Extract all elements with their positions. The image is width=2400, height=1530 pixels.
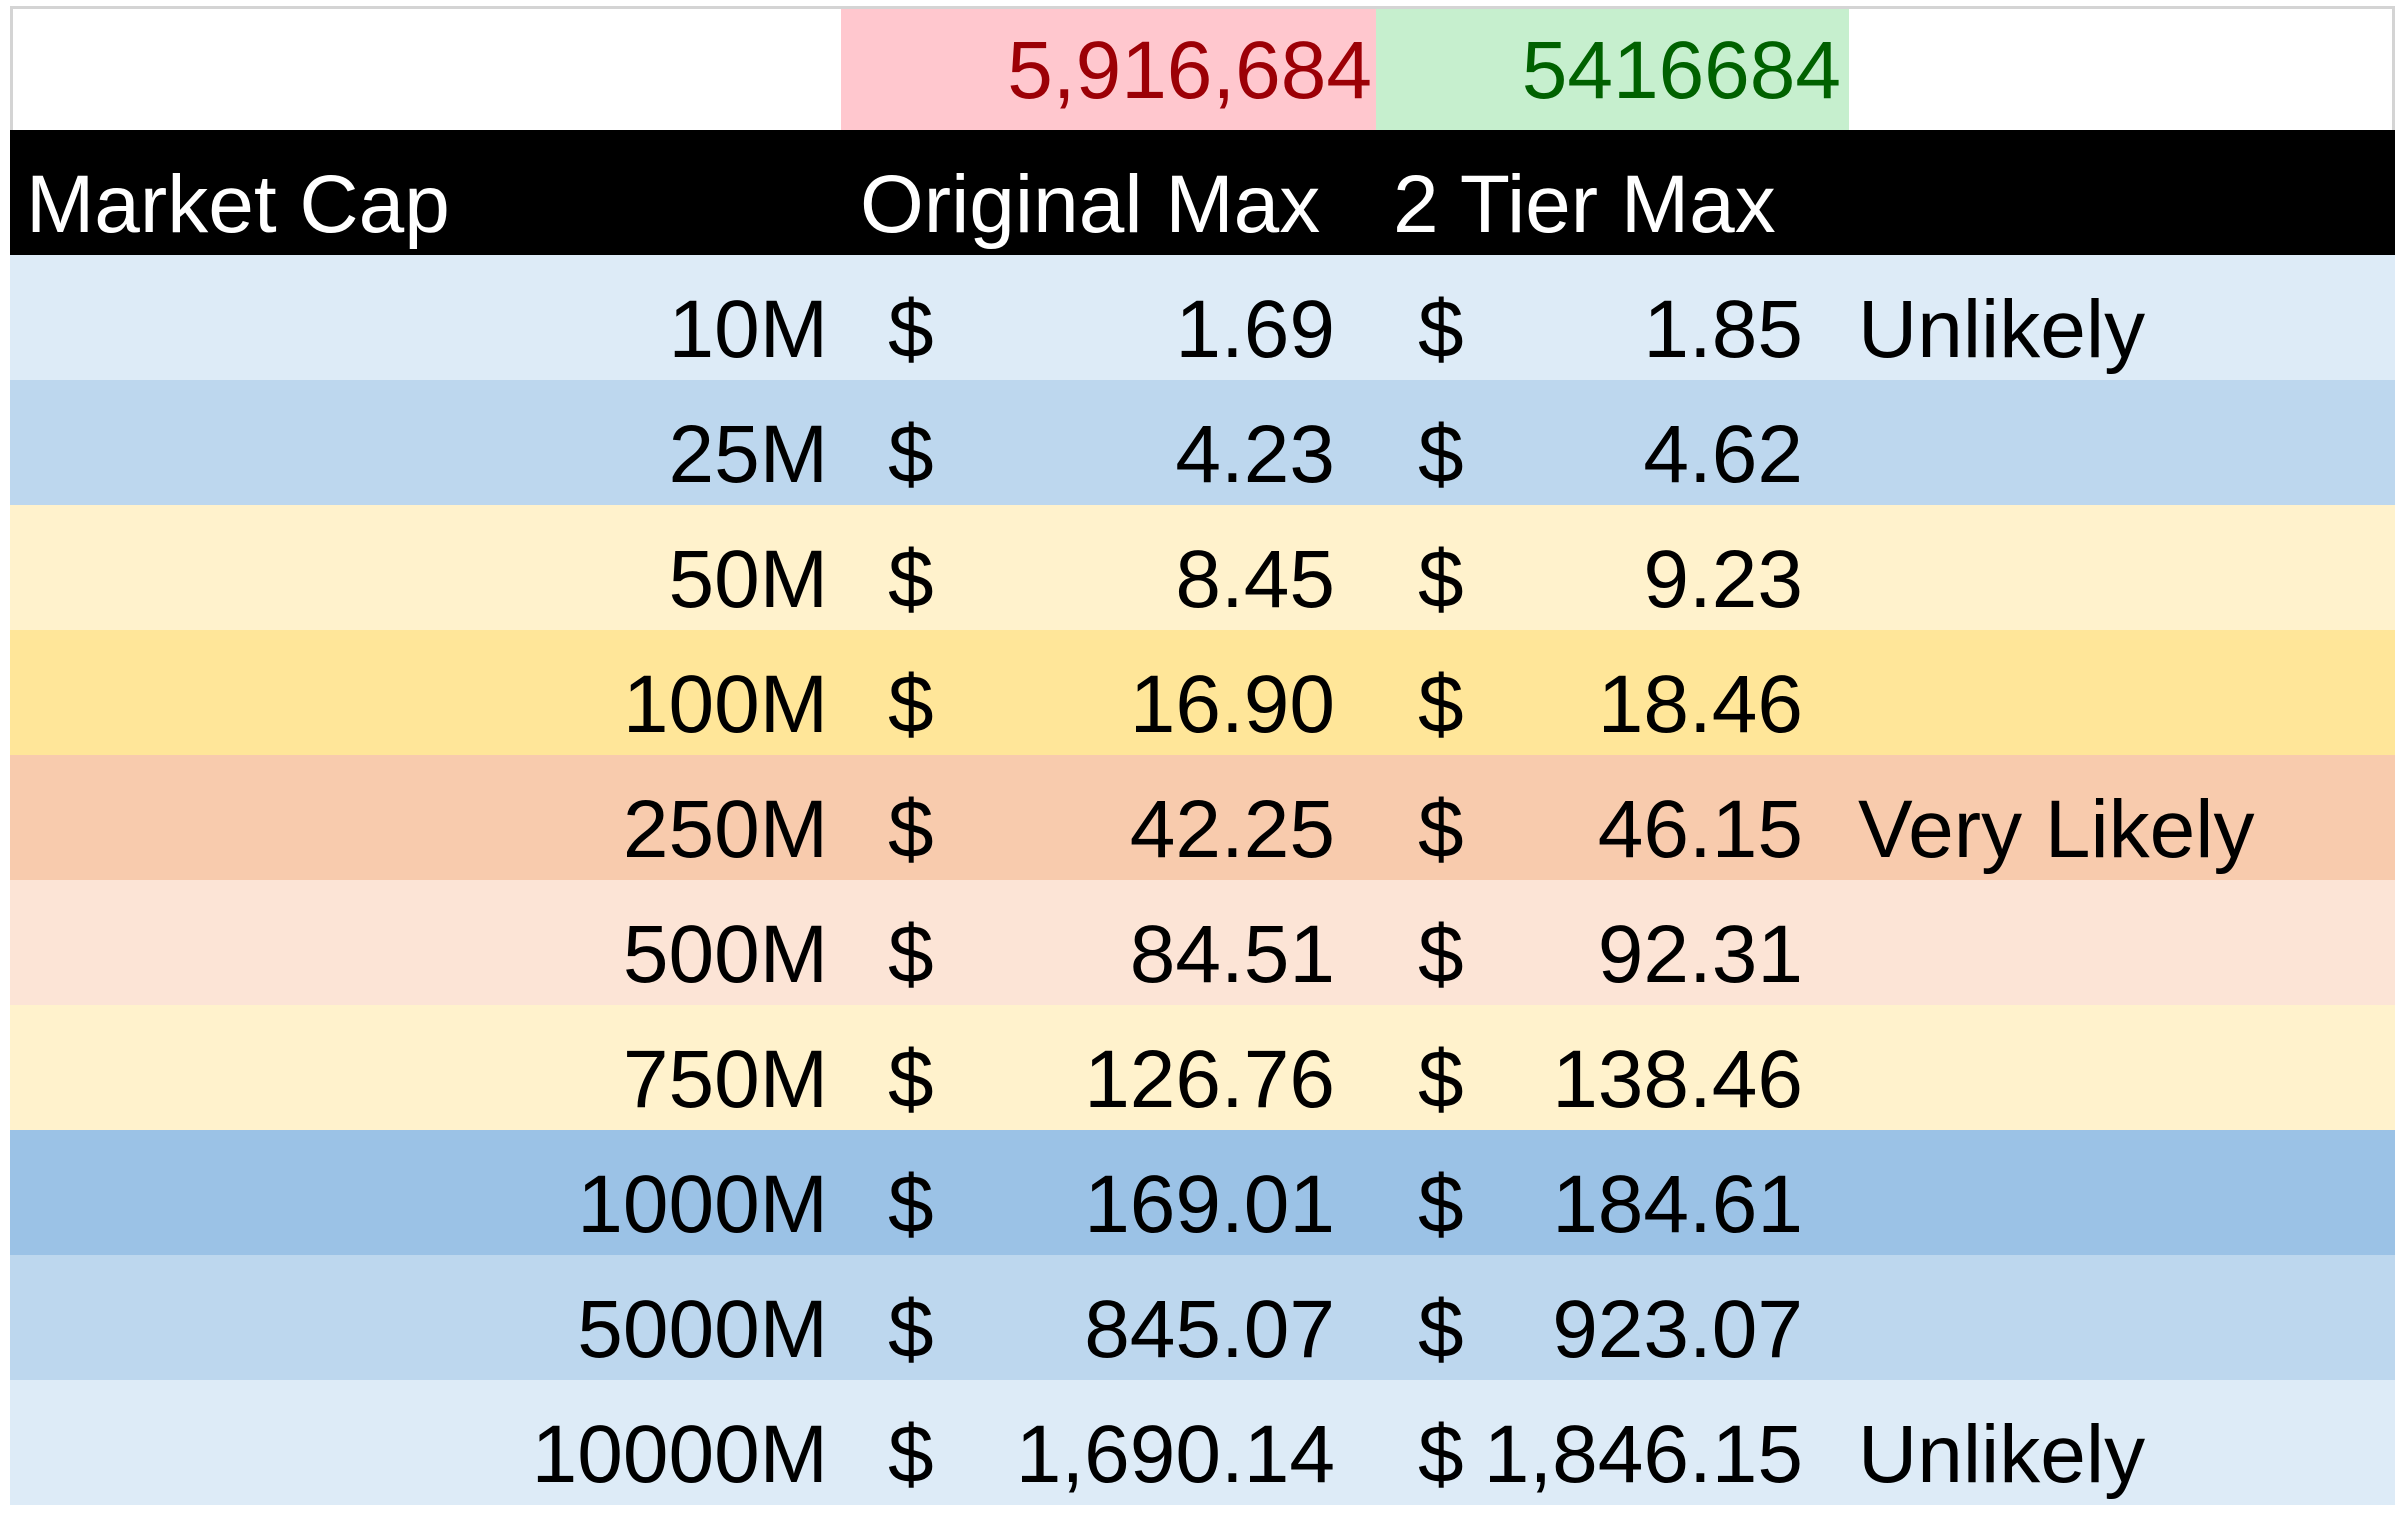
table-row: 10000M $ 1,690.14 $ 1,846.15 Unlikely <box>10 1380 2395 1505</box>
likelihood-cell[interactable] <box>1858 630 2378 755</box>
currency-symbol: $ <box>888 409 934 500</box>
original-max-cell[interactable]: 845.07 <box>950 1255 1335 1380</box>
likelihood-cell[interactable]: Unlikely <box>1858 255 2378 380</box>
market-cap-cell[interactable]: 5000M <box>10 1255 828 1380</box>
currency-symbol: $ <box>1418 534 1464 625</box>
original-supply-cell[interactable]: 5,916,684 <box>841 9 1386 133</box>
likelihood-cell[interactable]: Very Likely <box>1858 755 2378 880</box>
currency-symbol: $ <box>888 1034 934 1125</box>
likelihood-cell[interactable] <box>1858 1005 2378 1130</box>
currency-symbol: $ <box>1418 1284 1464 1375</box>
table-row: 1000M $ 169.01 $ 184.61 <box>10 1130 2395 1255</box>
currency-symbol: $ <box>1418 1159 1464 1250</box>
market-cap-cell[interactable]: 500M <box>10 880 828 1005</box>
tier-max-cell[interactable]: 4.62 <box>1480 380 1803 505</box>
likelihood-cell[interactable]: Unlikely <box>1858 1380 2378 1505</box>
original-max-cell[interactable]: 4.23 <box>950 380 1335 505</box>
currency-symbol: $ <box>1418 409 1464 500</box>
table-row: 500M $ 84.51 $ 92.31 <box>10 880 2395 1005</box>
original-max-header[interactable]: Original Max <box>860 130 1320 255</box>
tier-supply-value: 5416684 <box>1521 25 1841 116</box>
market-cap-cell[interactable]: 10000M <box>10 1380 828 1505</box>
market-cap-cell[interactable]: 50M <box>10 505 828 630</box>
original-supply-value: 5,916,684 <box>1007 25 1372 116</box>
currency-symbol: $ <box>1418 659 1464 750</box>
original-max-cell[interactable]: 1.69 <box>950 255 1335 380</box>
currency-symbol: $ <box>888 659 934 750</box>
currency-symbol: $ <box>1418 1034 1464 1125</box>
table-header: Market Cap Original Max 2 Tier Max <box>10 130 2395 255</box>
tier-max-header[interactable]: 2 Tier Max <box>1393 130 1776 255</box>
original-max-cell[interactable]: 169.01 <box>950 1130 1335 1255</box>
tier-max-cell[interactable]: 92.31 <box>1480 880 1803 1005</box>
table-row: 25M $ 4.23 $ 4.62 <box>10 380 2395 505</box>
likelihood-cell[interactable] <box>1858 880 2378 1005</box>
currency-symbol: $ <box>888 1284 934 1375</box>
likelihood-cell[interactable] <box>1858 1255 2378 1380</box>
currency-symbol: $ <box>888 909 934 1000</box>
tier-max-cell[interactable]: 1.85 <box>1480 255 1803 380</box>
market-cap-header[interactable]: Market Cap <box>26 130 450 255</box>
table-row: 250M $ 42.25 $ 46.15 Very Likely <box>10 755 2395 880</box>
original-max-cell[interactable]: 42.25 <box>950 755 1335 880</box>
tier-max-cell[interactable]: 18.46 <box>1480 630 1803 755</box>
table-row: 750M $ 126.76 $ 138.46 <box>10 1005 2395 1130</box>
currency-symbol: $ <box>1418 784 1464 875</box>
tier-max-cell[interactable]: 9.23 <box>1480 505 1803 630</box>
currency-symbol: $ <box>1418 1409 1464 1500</box>
table-row: 5000M $ 845.07 $ 923.07 <box>10 1255 2395 1380</box>
table-row: 100M $ 16.90 $ 18.46 <box>10 630 2395 755</box>
currency-symbol: $ <box>888 534 934 625</box>
supply-row: 5,916,684 5416684 <box>10 6 2395 133</box>
tier-max-cell[interactable]: 138.46 <box>1480 1005 1803 1130</box>
market-cap-cell[interactable]: 25M <box>10 380 828 505</box>
market-cap-cell[interactable]: 10M <box>10 255 828 380</box>
currency-symbol: $ <box>1418 909 1464 1000</box>
original-max-cell[interactable]: 8.45 <box>950 505 1335 630</box>
original-max-cell[interactable]: 16.90 <box>950 630 1335 755</box>
table-row: 10M $ 1.69 $ 1.85 Unlikely <box>10 255 2395 380</box>
tier-max-cell[interactable]: 923.07 <box>1480 1255 1803 1380</box>
likelihood-cell[interactable] <box>1858 505 2378 630</box>
market-cap-cell[interactable]: 100M <box>10 630 828 755</box>
table-row: 50M $ 8.45 $ 9.23 <box>10 505 2395 630</box>
tier-supply-cell[interactable]: 5416684 <box>1376 9 1849 133</box>
likelihood-cell[interactable] <box>1858 380 2378 505</box>
tier-max-cell[interactable]: 1,846.15 <box>1480 1380 1803 1505</box>
tier-max-cell[interactable]: 46.15 <box>1480 755 1803 880</box>
market-cap-cell[interactable]: 1000M <box>10 1130 828 1255</box>
likelihood-cell[interactable] <box>1858 1130 2378 1255</box>
original-max-cell[interactable]: 126.76 <box>950 1005 1335 1130</box>
currency-symbol: $ <box>888 1409 934 1500</box>
currency-symbol: $ <box>888 1159 934 1250</box>
spreadsheet: 5,916,684 5416684 Market Cap Original Ma… <box>0 0 2400 1522</box>
original-max-cell[interactable]: 1,690.14 <box>950 1380 1335 1505</box>
market-cap-cell[interactable]: 250M <box>10 755 828 880</box>
market-cap-cell[interactable]: 750M <box>10 1005 828 1130</box>
tier-max-cell[interactable]: 184.61 <box>1480 1130 1803 1255</box>
currency-symbol: $ <box>1418 284 1464 375</box>
currency-symbol: $ <box>888 284 934 375</box>
currency-symbol: $ <box>888 784 934 875</box>
original-max-cell[interactable]: 84.51 <box>950 880 1335 1005</box>
